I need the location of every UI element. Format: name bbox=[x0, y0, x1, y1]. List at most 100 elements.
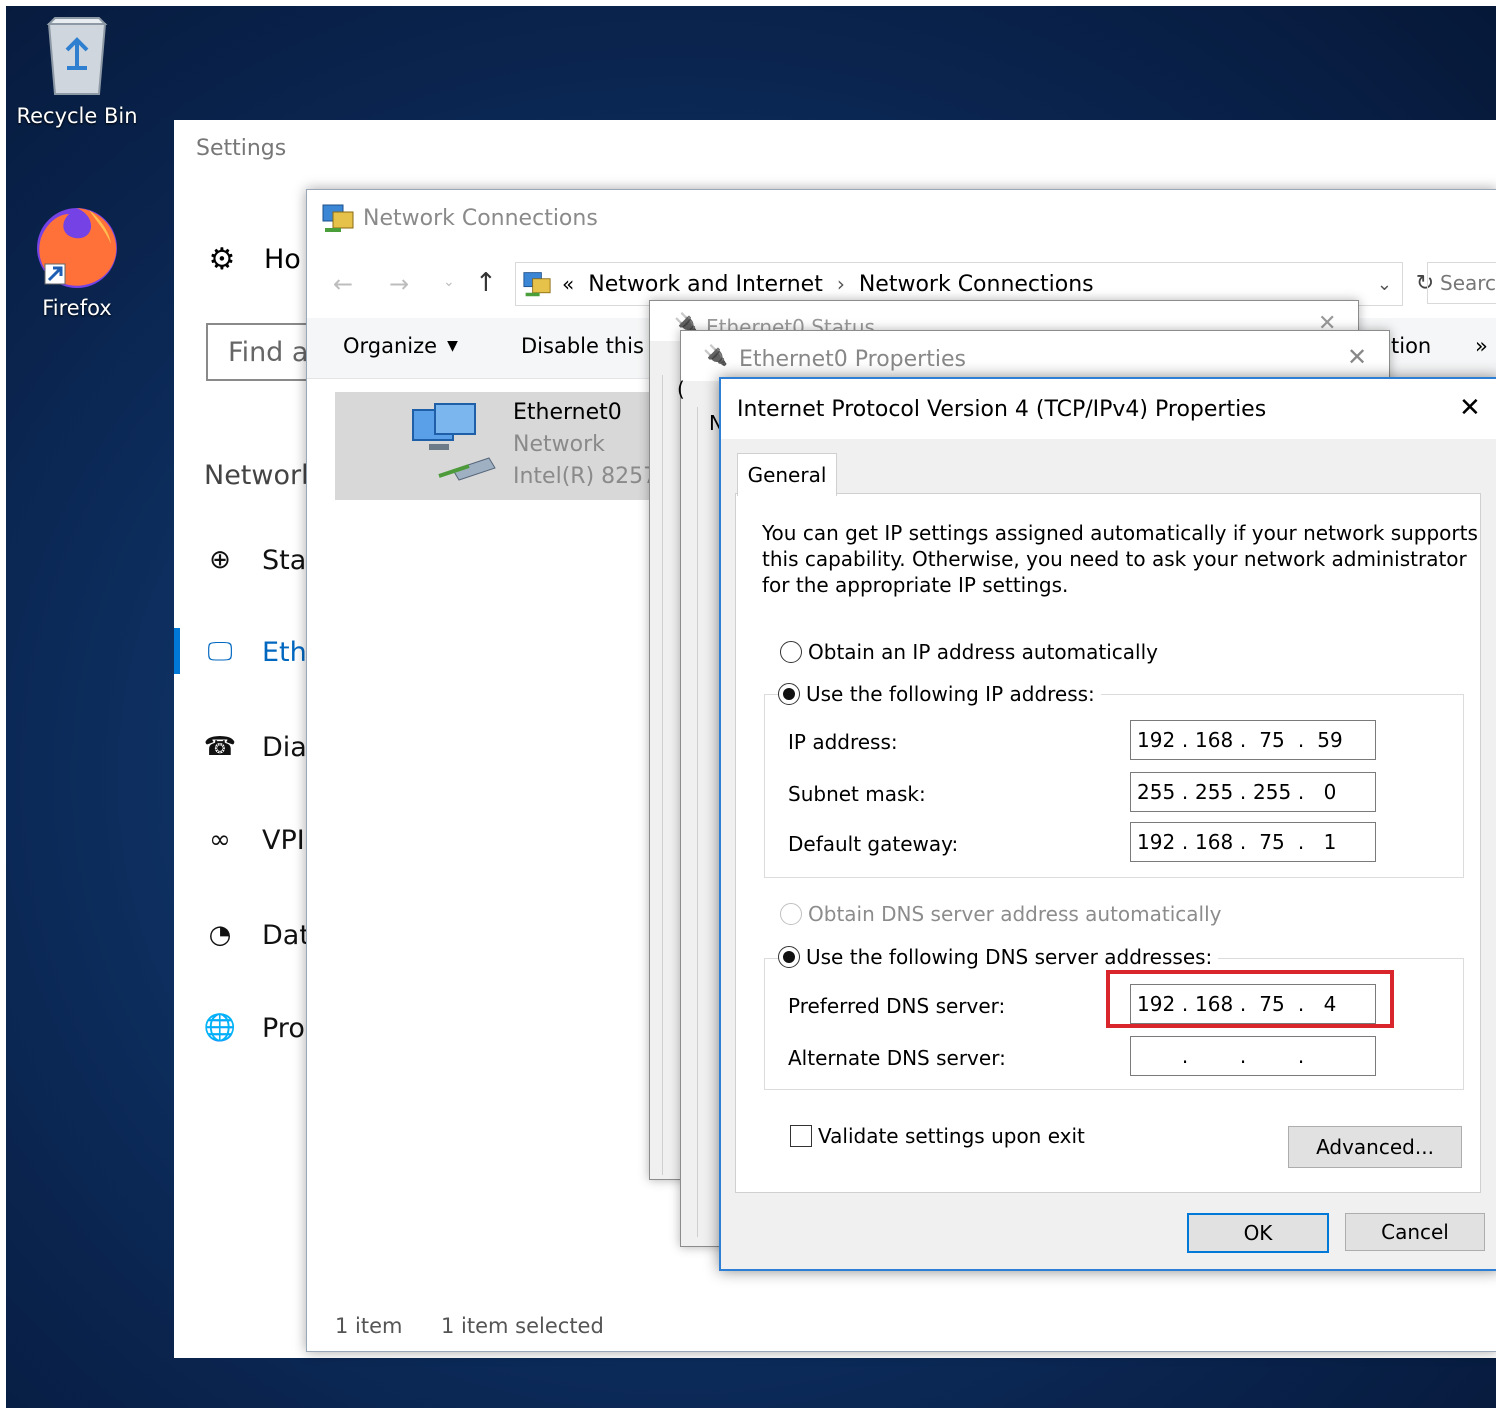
intro-line-1: You can get IP settings assigned automat… bbox=[762, 521, 1478, 545]
ip-dot-1: . bbox=[1181, 728, 1189, 752]
props-dialog-close[interactable]: ✕ bbox=[1347, 343, 1367, 371]
explorer-search-placeholder: Searc bbox=[1440, 271, 1496, 295]
gateway-dot-2: . bbox=[1239, 830, 1247, 854]
organize-caret-icon: ▼ bbox=[447, 338, 458, 354]
network-folder-icon bbox=[322, 204, 354, 232]
selected-indicator bbox=[174, 628, 180, 674]
pref-dns-octet-3: 75 bbox=[1259, 992, 1285, 1016]
ip-address-field[interactable]: 192 . 168 . 75 . 59 bbox=[1130, 720, 1376, 760]
props-dialog-panel-edge bbox=[697, 407, 708, 1237]
settings-home-label: Ho bbox=[264, 244, 301, 275]
recent-dropdown[interactable]: ⌄ bbox=[443, 274, 455, 290]
gateway-octet-3: 75 bbox=[1259, 830, 1285, 854]
ipv4-title: Internet Protocol Version 4 (TCP/IPv4) P… bbox=[737, 397, 1267, 422]
nav-label-dialup: Dia bbox=[262, 731, 307, 763]
radio-manual-dns-label: Use the following DNS server addresses: bbox=[806, 945, 1213, 969]
validate-checkbox[interactable] bbox=[790, 1125, 812, 1147]
nav-item-ethernet[interactable]: 🖵 Eth bbox=[202, 632, 306, 672]
nav-item-vpn[interactable]: ∞ VPI bbox=[202, 820, 305, 860]
ip-octet-1: 192 bbox=[1137, 728, 1176, 752]
explorer-titlebar: Network Connections bbox=[321, 202, 598, 234]
radio-auto-dns: Obtain DNS server address automatically bbox=[780, 902, 1222, 926]
alt-dns-dot-2: . bbox=[1239, 1044, 1247, 1068]
gateway-field[interactable]: 192 . 168 . 75 . 1 bbox=[1130, 822, 1376, 862]
pref-dns-octet-2: 168 bbox=[1195, 992, 1234, 1016]
ip-dot-2: . bbox=[1239, 728, 1247, 752]
radio-manual-ip-label: Use the following IP address: bbox=[806, 682, 1095, 706]
intro-line-2: this capability. Otherwise, you need to … bbox=[762, 547, 1467, 571]
toolbar-more-button[interactable]: » bbox=[1475, 334, 1488, 358]
radio-auto-ip[interactable]: Obtain an IP address automatically bbox=[780, 640, 1158, 664]
nav-item-dialup[interactable]: ☎ Dia bbox=[202, 727, 307, 767]
recycle-bin-icon bbox=[46, 17, 108, 95]
breadcrumb-network-connections[interactable]: Network Connections bbox=[859, 272, 1094, 297]
mask-octet-4: 0 bbox=[1323, 780, 1337, 804]
props-dialog-title: Ethernet0 Properties bbox=[739, 347, 966, 372]
mask-octet-1: 255 bbox=[1137, 780, 1176, 804]
breadcrumb-network-internet[interactable]: Network and Internet bbox=[588, 272, 823, 297]
status-icon: ⊕ bbox=[209, 545, 231, 575]
ip-address-label: IP address: bbox=[788, 730, 898, 754]
radio-manual-ip[interactable]: Use the following IP address: bbox=[778, 682, 1101, 706]
pref-dns-octet-4: 4 bbox=[1323, 992, 1337, 1016]
radio-manual-dns[interactable]: Use the following DNS server addresses: bbox=[778, 945, 1219, 969]
organize-menu[interactable]: Organize ▼ bbox=[343, 334, 458, 358]
gateway-dot-3: . bbox=[1297, 830, 1305, 854]
gateway-octet-1: 192 bbox=[1137, 830, 1176, 854]
ok-button[interactable]: OK bbox=[1187, 1213, 1329, 1253]
cancel-button[interactable]: Cancel bbox=[1345, 1213, 1485, 1251]
radio-manual-dns-indicator bbox=[778, 946, 800, 968]
subnet-mask-field[interactable]: 255 . 255 . 255 . 0 bbox=[1130, 772, 1376, 812]
mask-dot-3: . bbox=[1297, 780, 1305, 804]
preferred-dns-label: Preferred DNS server: bbox=[788, 994, 1006, 1018]
firefox-icon bbox=[37, 208, 117, 288]
explorer-search-input[interactable]: Searc bbox=[1427, 262, 1496, 304]
alt-dns-dot-3: . bbox=[1297, 1044, 1305, 1068]
ethernet0-item[interactable]: Ethernet0 Network Intel(R) 82574 bbox=[335, 392, 655, 500]
firefox-label: Firefox bbox=[42, 296, 112, 320]
nav-item-proxy[interactable]: 🌐 Pro bbox=[202, 1008, 305, 1048]
up-button[interactable]: ↑ bbox=[475, 268, 497, 298]
status-item-count: 1 item bbox=[335, 1314, 403, 1338]
pref-dns-octet-1: 192 bbox=[1137, 992, 1176, 1016]
firefox-shortcut[interactable]: Firefox bbox=[12, 200, 142, 320]
item-adapter: Intel(R) 82574 bbox=[513, 464, 655, 489]
back-button[interactable]: ← bbox=[333, 270, 353, 298]
nav-item-status[interactable]: ⊕ Sta bbox=[202, 540, 306, 580]
pie-icon: ◔ bbox=[208, 920, 232, 950]
disable-device-button[interactable]: Disable this n bbox=[521, 334, 649, 358]
item-status: Network bbox=[513, 432, 605, 457]
breadcrumb-separator[interactable]: › bbox=[837, 272, 845, 296]
validate-checkbox-row[interactable]: Validate settings upon exit bbox=[790, 1124, 1085, 1148]
pref-dns-dot-1: . bbox=[1181, 992, 1189, 1016]
nav-label-vpn: VPI bbox=[262, 824, 305, 856]
monitor-icon: 🖵 bbox=[207, 636, 233, 667]
gateway-octet-2: 168 bbox=[1195, 830, 1234, 854]
network-adapter-icon bbox=[412, 403, 496, 481]
alternate-dns-field[interactable]: . . . bbox=[1130, 1036, 1376, 1076]
address-network-icon bbox=[523, 272, 551, 297]
gear-icon: ⚙ bbox=[208, 242, 236, 277]
explorer-title: Network Connections bbox=[363, 205, 598, 231]
nav-item-data-usage[interactable]: ◔ Dat bbox=[202, 915, 310, 955]
recycle-bin-shortcut[interactable]: Recycle Bin bbox=[12, 10, 142, 128]
intro-line-3: for the appropriate IP settings. bbox=[762, 573, 1069, 597]
nav-label-data-usage: Dat bbox=[262, 919, 310, 951]
mask-octet-2: 255 bbox=[1195, 780, 1234, 804]
nav-label-status: Sta bbox=[262, 544, 307, 576]
dialup-icon: ☎ bbox=[203, 732, 237, 762]
mask-dot-1: . bbox=[1181, 780, 1189, 804]
forward-button[interactable]: → bbox=[389, 270, 409, 298]
ip-octet-4: 59 bbox=[1317, 728, 1343, 752]
breadcrumb-overflow[interactable]: « bbox=[562, 272, 574, 296]
ipv4-close-button[interactable]: ✕ bbox=[1459, 393, 1481, 423]
preferred-dns-field[interactable]: 192 . 168 . 75 . 4 bbox=[1130, 984, 1376, 1024]
settings-home[interactable]: ⚙ Ho bbox=[204, 242, 301, 277]
alt-dns-dot-1: . bbox=[1181, 1044, 1189, 1068]
tab-general[interactable]: General bbox=[737, 453, 837, 496]
subnet-mask-label: Subnet mask: bbox=[788, 782, 926, 806]
toolbar-partial-command[interactable]: tion bbox=[1391, 334, 1431, 358]
gateway-label: Default gateway: bbox=[788, 832, 959, 856]
advanced-button[interactable]: Advanced... bbox=[1288, 1126, 1462, 1168]
address-dropdown-icon[interactable]: ⌄ bbox=[1377, 274, 1392, 295]
